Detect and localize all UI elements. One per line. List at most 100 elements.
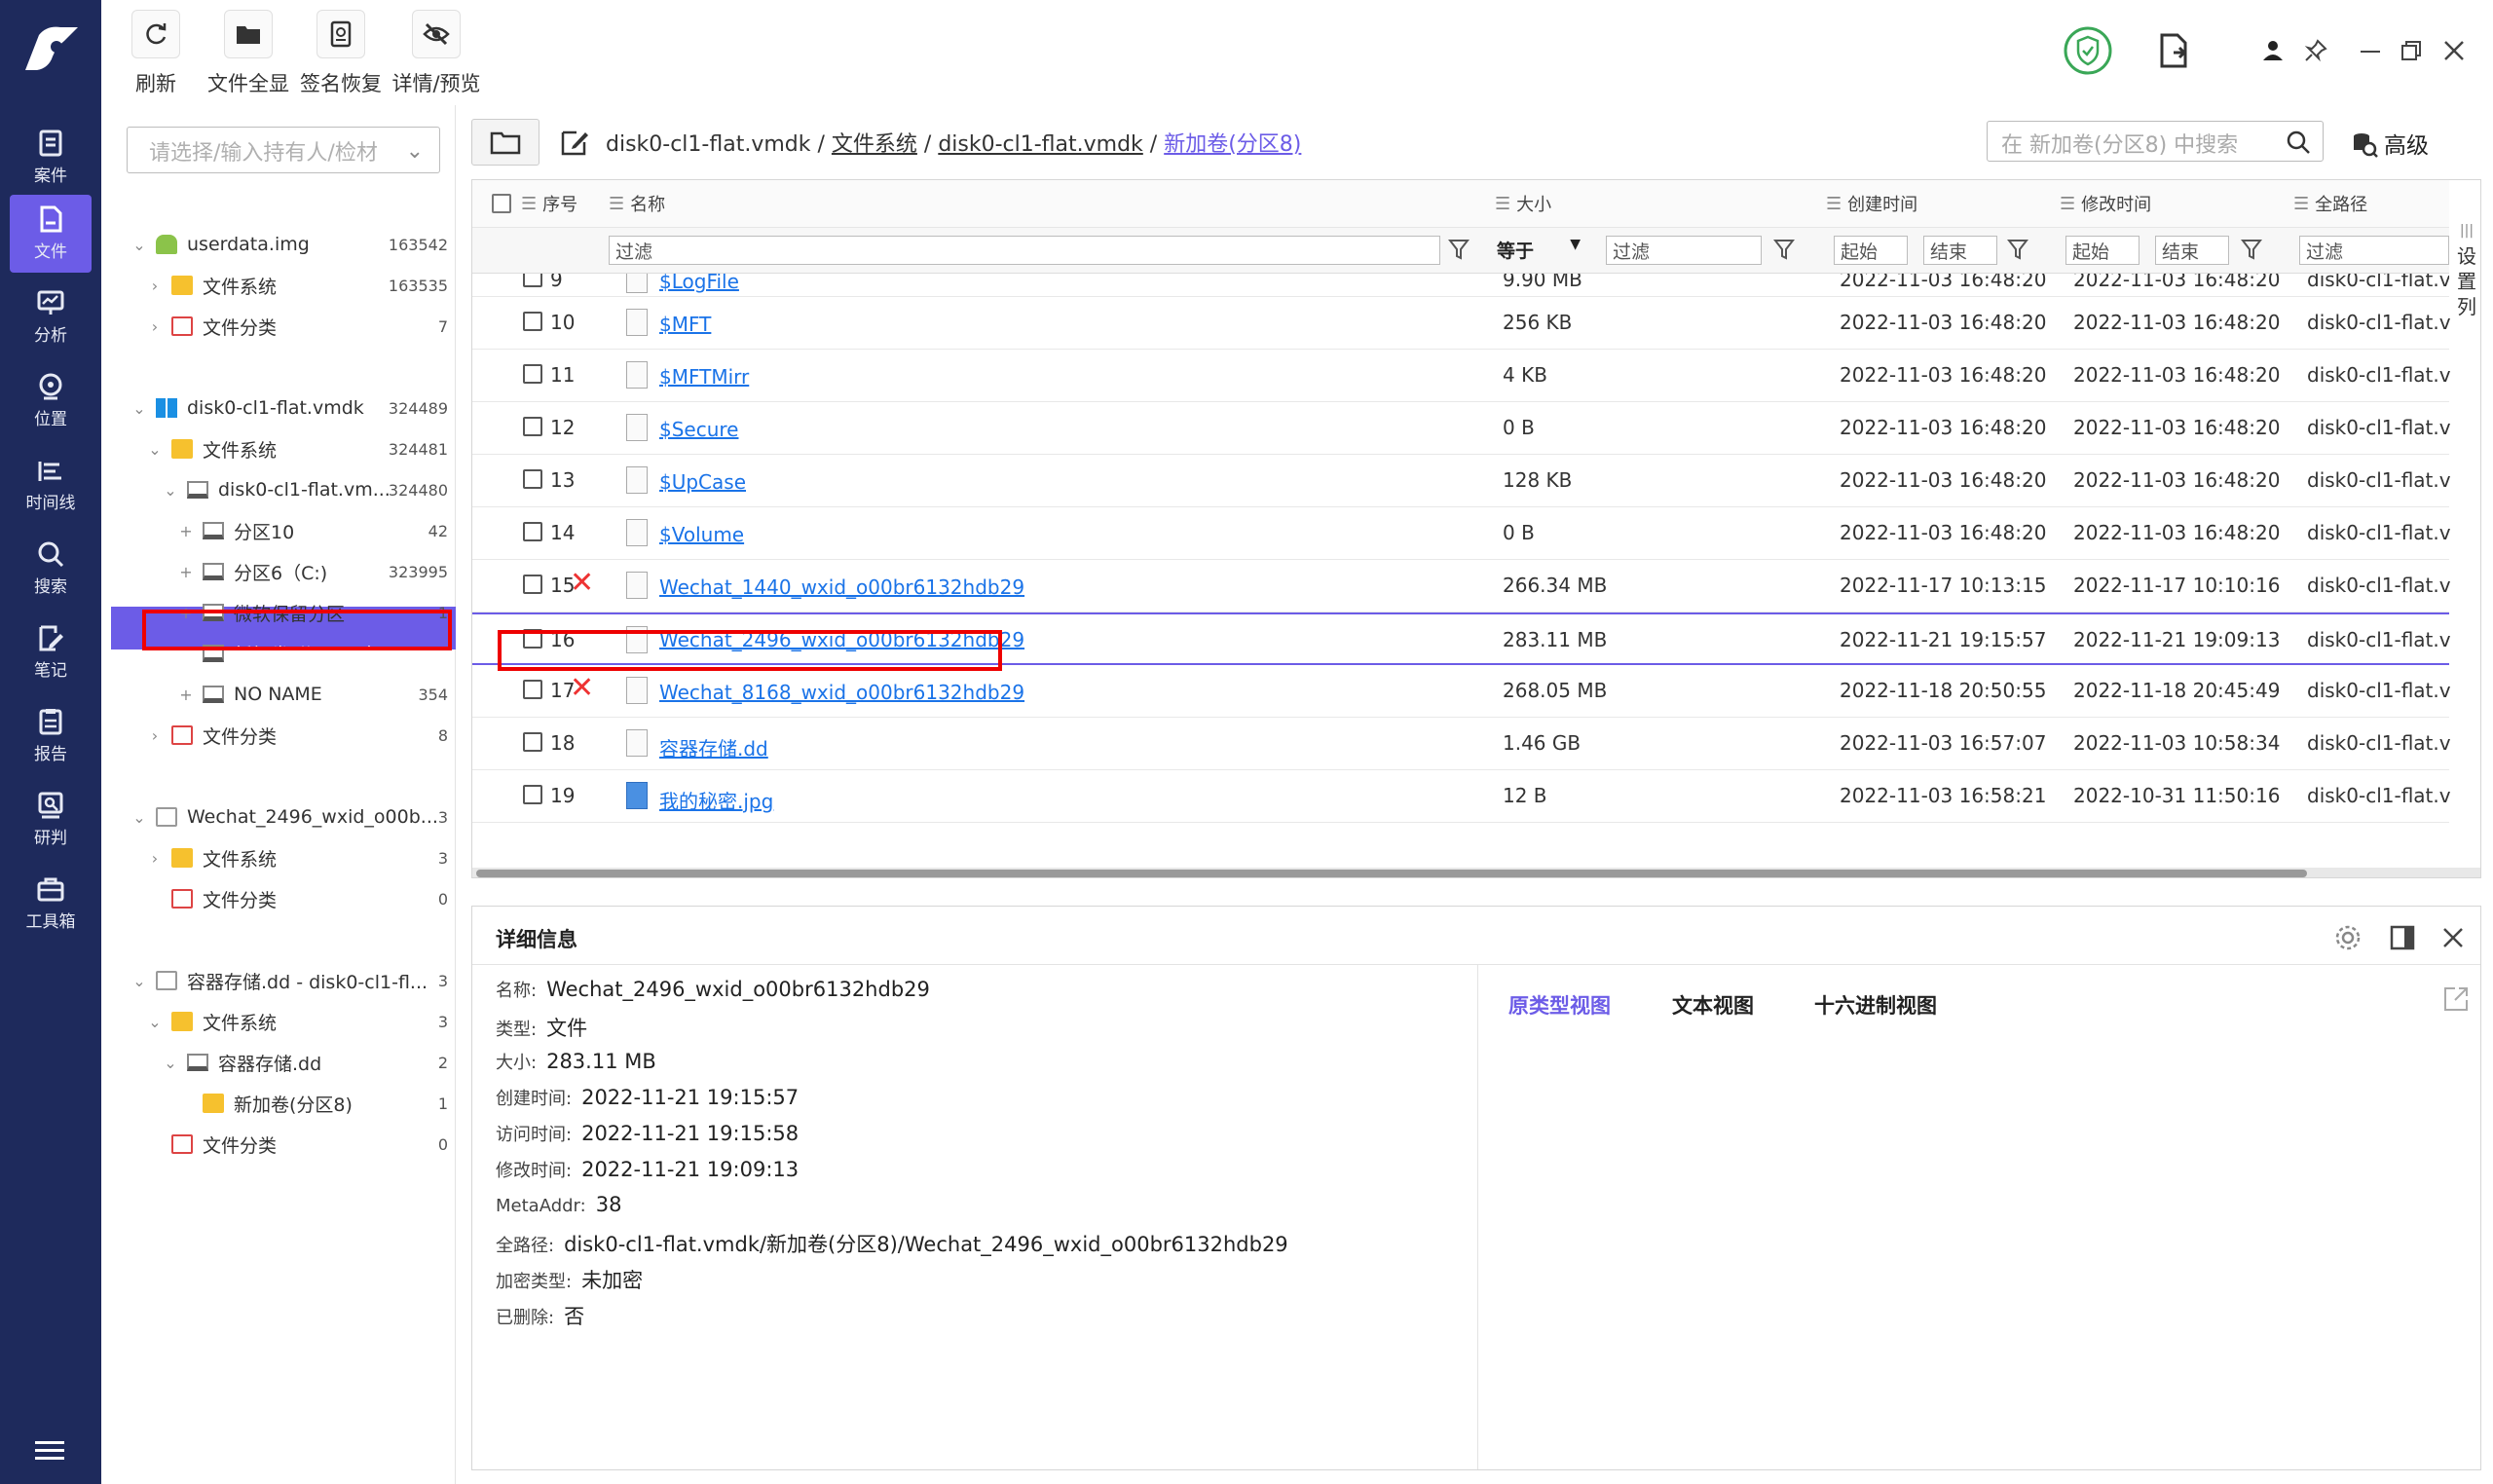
nav-notes[interactable]: 笔记 xyxy=(10,613,92,691)
chevron-down-icon[interactable]: ⌄ xyxy=(160,1054,181,1072)
breadcrumb-item[interactable]: disk0-cl1-flat.vmdk xyxy=(606,132,810,157)
row-checkbox[interactable] xyxy=(523,680,542,699)
tree-node[interactable]: › 文件系统 163535 xyxy=(144,265,448,306)
row-checkbox[interactable] xyxy=(523,629,542,649)
tree-node[interactable]: ⌄ disk0-cl1-flat.vm... 324480 xyxy=(160,469,448,510)
search-icon[interactable] xyxy=(2286,130,2311,155)
chevron-down-icon[interactable]: ⌄ xyxy=(129,236,150,254)
filter-icon[interactable] xyxy=(1448,238,1470,261)
folder-view-button[interactable] xyxy=(471,119,540,166)
nav-location[interactable]: 位置 xyxy=(10,362,92,440)
expand-plus-icon[interactable]: + xyxy=(175,522,197,540)
minimize-icon[interactable] xyxy=(2359,49,2382,55)
tree-node[interactable]: ⌄ disk0-cl1-flat.vmdk 324489 xyxy=(129,388,448,428)
chevron-down-icon[interactable]: ⌄ xyxy=(144,440,166,459)
row-checkbox[interactable] xyxy=(523,274,542,287)
nav-toolbox[interactable]: 工具箱 xyxy=(10,865,92,943)
tree-node[interactable]: ⌄ userdata.img 163542 xyxy=(129,224,448,265)
size-filter-input[interactable]: 过滤 xyxy=(1606,236,1762,265)
row-name[interactable]: $MFT xyxy=(659,313,711,336)
size-operator-select[interactable]: 等于 ▼ xyxy=(1491,236,1584,265)
filter-icon[interactable] xyxy=(1773,238,1795,261)
row-checkbox[interactable] xyxy=(523,312,542,331)
expand-plus-icon[interactable]: + xyxy=(175,604,197,622)
tree-node[interactable]: + NO NAME 354 xyxy=(175,674,448,715)
modified-start-input[interactable]: 起始 xyxy=(2065,236,2140,265)
export-file-icon[interactable] xyxy=(2154,31,2193,70)
row-checkbox[interactable] xyxy=(523,469,542,489)
open-external-icon[interactable] xyxy=(2441,984,2471,1014)
tree-node[interactable]: 文件分类 0 xyxy=(144,878,448,919)
tab-text-view[interactable]: 文本视图 xyxy=(1672,990,1754,1020)
breadcrumb-item[interactable]: disk0-cl1-flat.vmdk xyxy=(938,132,1142,157)
table-row-deleted[interactable]: 15 ✕ Wechat_1440_wxid_o00br6132hdb29 266… xyxy=(472,560,2451,612)
nav-report[interactable]: 报告 xyxy=(10,697,92,775)
row-name[interactable]: $Volume xyxy=(659,523,744,546)
edit-path-icon[interactable] xyxy=(559,127,590,158)
row-checkbox[interactable] xyxy=(523,522,542,541)
user-icon[interactable] xyxy=(2261,39,2285,62)
shield-check-icon[interactable] xyxy=(2063,25,2113,76)
tab-hex-view[interactable]: 十六进制视图 xyxy=(1814,990,1937,1020)
advanced-search-button[interactable]: 高级 xyxy=(2351,127,2429,160)
name-filter-input[interactable]: 过滤 xyxy=(609,236,1440,265)
chevron-down-icon[interactable]: ⌄ xyxy=(129,399,150,418)
split-view-icon[interactable] xyxy=(2389,924,2416,951)
table-row[interactable]: 18 容器存储.dd 1.46 GB 2022-11-03 16:57:07 2… xyxy=(472,718,2451,770)
col-header-name[interactable]: ☰ 名称 xyxy=(609,180,665,227)
row-name[interactable]: $Secure xyxy=(659,418,738,441)
chevron-down-icon[interactable]: ⌄ xyxy=(160,481,181,500)
row-name[interactable]: Wechat_1440_wxid_o00br6132hdb29 xyxy=(659,575,1024,599)
chevron-down-icon[interactable]: ⌄ xyxy=(129,808,150,827)
signature-recover-button[interactable]: 签名恢复 xyxy=(296,10,386,97)
nav-analysis[interactable]: 分析 xyxy=(10,278,92,356)
row-checkbox[interactable] xyxy=(523,732,542,752)
expand-plus-icon[interactable]: + xyxy=(175,645,197,663)
scrollbar-thumb[interactable] xyxy=(476,870,2307,877)
menu-icon[interactable] xyxy=(33,1437,68,1465)
refresh-button[interactable]: 刷新 xyxy=(127,10,185,97)
tree-node[interactable]: › 文件分类 8 xyxy=(144,715,448,756)
tree-node[interactable]: › 文件分类 7 xyxy=(144,306,448,347)
tree-node[interactable]: ⌄ 容器存储.dd 2 xyxy=(160,1042,448,1083)
tree-node[interactable]: ⌄ 容器存储.dd - disk0-cl1-fl... 3 xyxy=(129,960,448,1001)
tree-node[interactable]: › 文件系统 3 xyxy=(144,837,448,878)
expand-plus-icon[interactable]: + xyxy=(175,686,197,704)
tree-node[interactable]: 文件分类 0 xyxy=(144,1124,448,1165)
detail-preview-button[interactable]: 详情/预览 xyxy=(390,10,483,97)
tree-node[interactable]: ⌄ 文件系统 3 xyxy=(144,1001,448,1042)
col-header-no[interactable]: ☰ 序号 xyxy=(521,180,577,227)
close-icon[interactable] xyxy=(2441,926,2465,949)
chevron-down-icon[interactable]: ⌄ xyxy=(129,972,150,990)
col-header-size[interactable]: ☰ 大小 xyxy=(1495,180,1551,227)
tree-node[interactable]: + 微软保留分区 1 xyxy=(175,592,448,633)
nav-file[interactable]: 文件 xyxy=(10,195,92,273)
nav-judge[interactable]: 研判 xyxy=(10,781,92,859)
table-row[interactable]: 10 $MFT 256 KB 2022-11-03 16:48:20 2022-… xyxy=(472,297,2451,350)
chevron-right-icon[interactable]: › xyxy=(144,317,166,336)
row-checkbox[interactable] xyxy=(523,575,542,594)
show-all-files-button[interactable]: 文件全显 xyxy=(205,10,292,97)
holder-select[interactable]: 请选择/输入持有人/检材 ⌄ xyxy=(127,127,440,173)
filter-icon[interactable] xyxy=(2241,238,2262,261)
chevron-down-icon[interactable]: ⌄ xyxy=(144,1013,166,1031)
tree-node[interactable]: ⌄ Wechat_2496_wxid_o00b... 3 xyxy=(129,797,448,837)
tree-node[interactable]: ⌄ 文件系统 324481 xyxy=(144,428,448,469)
row-name[interactable]: $MFTMirr xyxy=(659,365,749,389)
table-row[interactable]: 14 $Volume 0 B 2022-11-03 16:48:20 2022-… xyxy=(472,507,2451,560)
created-end-input[interactable]: 结束 xyxy=(1923,236,1997,265)
pin-icon[interactable] xyxy=(2304,39,2327,62)
row-name[interactable]: 容器存储.dd xyxy=(659,733,768,761)
search-input[interactable]: 在 新加卷(分区8) 中搜索 xyxy=(1987,121,2324,162)
breadcrumb-current[interactable]: 新加卷(分区8) xyxy=(1164,132,1301,157)
expand-plus-icon[interactable]: + xyxy=(175,563,197,581)
col-header-path[interactable]: ☰ 全路径 xyxy=(2293,180,2367,227)
filter-icon[interactable] xyxy=(2007,238,2028,261)
breadcrumb-item[interactable]: 文件系统 xyxy=(832,132,917,157)
row-name[interactable]: Wechat_2496_wxid_o00br6132hdb29 xyxy=(659,628,1024,651)
nav-search[interactable]: 搜索 xyxy=(10,530,92,608)
column-settings-button[interactable]: ||| 设置列 xyxy=(2454,218,2479,319)
row-name[interactable]: $UpCase xyxy=(659,470,746,494)
chevron-right-icon[interactable]: › xyxy=(144,849,166,868)
row-checkbox[interactable] xyxy=(523,785,542,804)
